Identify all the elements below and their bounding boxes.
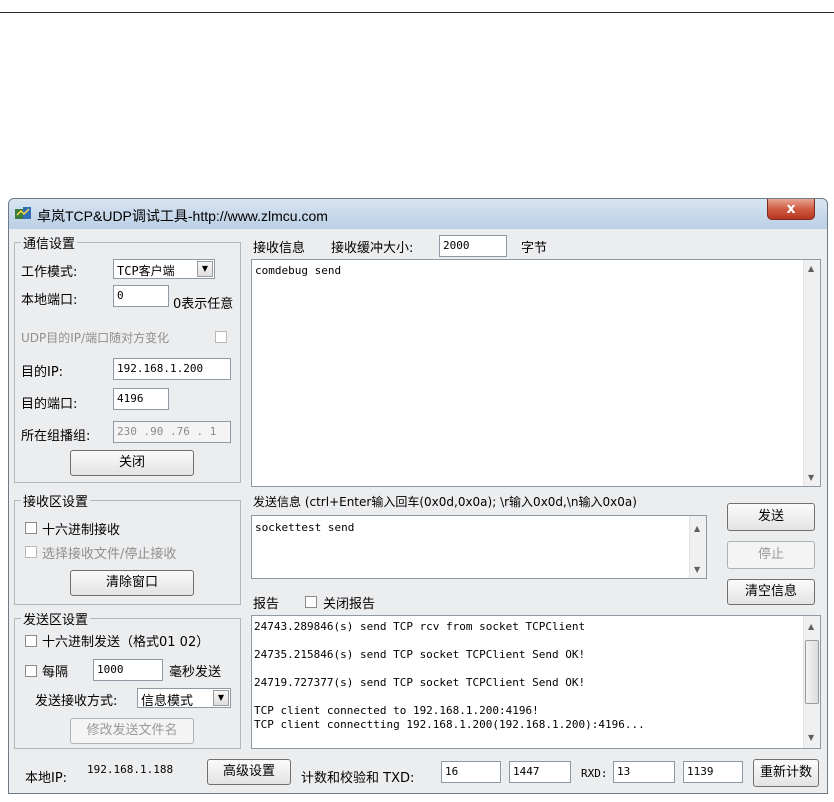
top-rule [0,12,834,13]
buffer-size-input[interactable]: 2000 [439,235,507,257]
dest-port-input[interactable]: 4196 [113,388,169,410]
send-button[interactable]: 发送 [727,503,815,531]
send-mode-value: 信息模式 [141,694,194,709]
log-line: 24719.727377(s) send TCP socket TCPClien… [254,676,586,689]
local-ip-label: 本地IP: [25,771,68,786]
multicast-group-input[interactable]: 230 .90 .76 . 1 [113,421,231,443]
send-content: sockettest send [255,521,355,534]
close-report-checkbox[interactable] [305,596,317,608]
hex-send-checkbox[interactable] [25,635,37,647]
udp-follow-checkbox[interactable] [215,331,227,343]
checksum-label: 计数和校验和 TXD: [301,771,415,786]
local-port-input[interactable]: 0 [113,285,169,307]
interval-input[interactable]: 1000 [93,659,163,681]
local-ip-value: 192.168.1.188 [87,763,174,776]
report-lines: 24743.289846(s) send TCP rcv from socket… [254,620,645,732]
chevron-down-icon[interactable]: ▼ [197,261,213,277]
receive-label: 接收信息 [253,241,306,256]
send-settings-legend: 发送区设置 [23,613,89,628]
local-port-label: 本地端口: [21,293,78,308]
hex-receive-label: 十六进制接收 [42,523,121,538]
buffer-size-label: 接收缓冲大小: [331,241,414,256]
scroll-up-icon[interactable]: ▲ [808,622,814,631]
interval-send-checkbox[interactable] [25,665,37,677]
dest-ip-label: 目的IP: [21,365,64,380]
chevron-down-icon[interactable]: ▼ [213,690,229,706]
rxd-label: RXD: [581,767,608,780]
send-mode-label: 发送接收方式: [35,694,118,709]
app-window: 卓岚TCP&UDP调试工具-http://www.zlmcu.com x 通信设… [8,198,828,794]
comm-settings-legend: 通信设置 [23,237,76,252]
change-send-file-button[interactable]: 修改发送文件名 [70,718,194,744]
receive-content: comdebug send [255,264,342,277]
log-line: 24743.289846(s) send TCP rcv from socket… [254,620,586,633]
work-mode-label: 工作模式: [21,265,78,280]
send-label: 发送信息 (ctrl+Enter输入回车(0x0d,0x0a); \r输入0x0… [253,495,637,509]
close-report-label: 关闭报告 [323,597,376,612]
scroll-down-icon[interactable]: ▼ [694,565,700,574]
local-port-hint: 0表示任意 [173,297,234,312]
report-scrollbar[interactable]: ▲ ▼ [803,616,820,748]
reset-count-button[interactable]: 重新计数 [753,759,819,787]
log-line: TCP client connectting 192.168.1.200(192… [254,718,645,731]
log-line: 24735.215846(s) send TCP socket TCPClien… [254,648,586,661]
receive-textarea[interactable]: comdebug send ▲ ▼ [251,259,821,487]
txd-count-field: 16 [441,761,501,783]
report-label: 报告 [253,597,280,612]
stop-button[interactable]: 停止 [727,541,815,569]
interval-label: 每隔 [42,665,69,680]
recv-settings-legend: 接收区设置 [23,495,89,510]
title-bar[interactable]: 卓岚TCP&UDP调试工具-http://www.zlmcu.com x [9,199,827,229]
scroll-thumb[interactable] [805,640,819,704]
close-window-button[interactable]: x [767,199,815,220]
multicast-group-label: 所在组播组: [21,429,91,444]
hex-send-label: 十六进制发送（格式01 02） [42,635,210,650]
report-log[interactable]: 24743.289846(s) send TCP rcv from socket… [251,615,821,749]
buffer-unit-label: 字节 [521,241,548,256]
rxd-count-field: 13 [613,761,675,783]
udp-follow-label: UDP目的IP/端口随对方变化 [21,331,170,345]
txd-sum-field: 1447 [509,761,571,783]
interval-unit-label: 毫秒发送 [169,665,222,680]
work-mode-select[interactable]: TCP客户端 ▼ [113,259,215,279]
rxd-sum-field: 1139 [683,761,743,783]
receive-scrollbar[interactable]: ▲ ▼ [803,260,820,486]
scroll-down-icon[interactable]: ▼ [808,473,814,482]
log-line: TCP client connected to 192.168.1.200:41… [254,704,539,717]
app-icon [15,207,31,219]
recv-file-label: 选择接收文件/停止接收 [42,547,177,562]
clear-window-button[interactable]: 清除窗口 [70,570,194,596]
dest-port-label: 目的端口: [21,397,78,412]
advanced-settings-button[interactable]: 高级设置 [207,759,291,785]
scroll-down-icon[interactable]: ▼ [808,733,814,742]
clear-info-button[interactable]: 清空信息 [727,579,815,605]
dest-ip-input[interactable]: 192.168.1.200 [113,358,231,380]
close-connection-button[interactable]: 关闭 [70,450,194,476]
scroll-up-icon[interactable]: ▲ [808,264,814,273]
window-title: 卓岚TCP&UDP调试工具-http://www.zlmcu.com [37,208,328,224]
send-mode-select[interactable]: 信息模式 ▼ [137,688,231,709]
work-mode-value: TCP客户端 [117,264,175,278]
recv-file-checkbox[interactable] [25,546,37,558]
hex-receive-checkbox[interactable] [25,522,37,534]
send-textarea[interactable]: sockettest send ▲ ▼ [251,515,707,579]
send-scrollbar[interactable]: ▲ ▼ [689,516,706,578]
scroll-up-icon[interactable]: ▲ [694,524,700,533]
